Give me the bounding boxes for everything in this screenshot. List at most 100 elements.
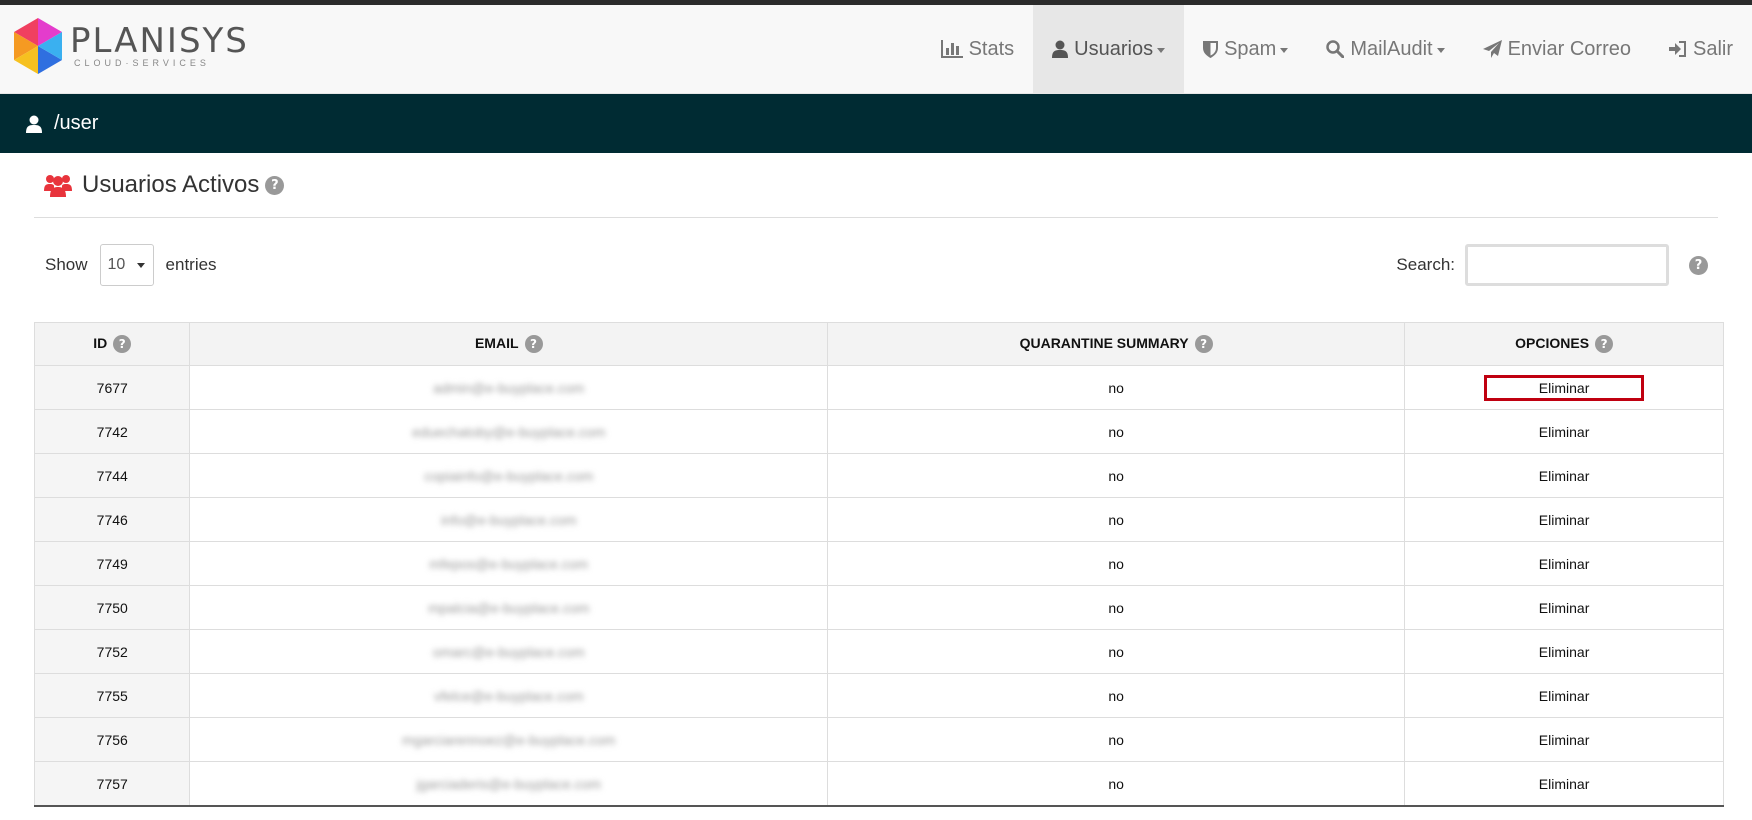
nav-enviar-correo-label: Enviar Correo (1507, 37, 1631, 60)
search-label: Search: (1396, 255, 1455, 274)
table-row: 7746 info@e-buyplace.com no Eliminar (33, 497, 1724, 542)
paper-plane-icon (1482, 40, 1502, 58)
eliminar-link[interactable]: Eliminar (1484, 420, 1644, 444)
show-label: Show (45, 255, 88, 274)
nav-mailaudit[interactable]: MailAudit (1307, 5, 1463, 93)
header-opciones[interactable]: OPCIONES? (1404, 322, 1724, 366)
nav-stats-label: Stats (968, 37, 1015, 60)
cell-quarantine-summary: no (827, 629, 1406, 674)
cell-opciones: Eliminar (1404, 409, 1724, 454)
page-header: Usuarios Activos ? (34, 153, 1718, 218)
brand-name: PLANISYS (70, 21, 249, 61)
help-icon[interactable]: ? (1194, 335, 1213, 354)
cell-email: copiainfo@e-buyplace.com (189, 453, 829, 498)
table-row: 7755 vfelce@e-buyplace.com no Eliminar (33, 673, 1724, 718)
cell-email: admin@e-buyplace.com (189, 365, 829, 410)
hexagon-logo-icon (14, 18, 62, 74)
table-controls: Show 10 entries Search: ? (34, 218, 1718, 322)
help-icon[interactable]: ? (1689, 255, 1708, 275)
email-text: vfelce@e-buyplace.com (433, 687, 584, 704)
cell-quarantine-summary: no (827, 497, 1406, 542)
cell-id: 7750 (33, 585, 191, 630)
cell-opciones: Eliminar (1404, 761, 1724, 807)
table-row: 7757 jgarciaderis@e-buyplace.com no Elimina… (33, 761, 1724, 807)
cell-email: mgarciarennoez@e-buyplace.com (189, 717, 829, 762)
cell-email: mpalcia@e-buyplace.com (189, 585, 829, 630)
email-text: copiainfo@e-buyplace.com (424, 467, 594, 484)
search-input[interactable] (1465, 244, 1669, 286)
users-table: ID? EMAIL? QUARANTINE SUMMARY? OPCIONES?… (33, 322, 1724, 807)
brand-logo[interactable]: PLANISYS CLOUD·SERVICES (12, 17, 249, 75)
cell-quarantine-summary: no (827, 365, 1406, 410)
entries-control: Show 10 entries (45, 244, 217, 286)
chevron-down-icon (1436, 48, 1445, 53)
cell-id: 7742 (33, 409, 191, 454)
current-path: /user (54, 112, 99, 134)
table-row: 7744 copiainfo@e-buyplace.com no Eliminar (33, 453, 1724, 498)
cell-opciones: Eliminar (1404, 717, 1724, 762)
table-header-row: ID? EMAIL? QUARANTINE SUMMARY? OPCIONES? (33, 322, 1724, 366)
cell-email: info@e-buyplace.com (189, 497, 829, 542)
cell-opciones: Eliminar (1404, 673, 1724, 718)
cell-quarantine-summary: no (827, 541, 1406, 586)
header-email[interactable]: EMAIL? (189, 322, 829, 366)
path-bar: /user (0, 94, 1752, 153)
email-text: jgarciaderis@e-buyplace.com (416, 775, 602, 792)
email-text: eduechatoby@e-buyplace.com (412, 423, 606, 440)
search-control: Search: ? (1396, 244, 1708, 286)
cell-email: mfepos@e-buyplace.com (189, 541, 829, 586)
eliminar-link[interactable]: Eliminar (1484, 684, 1644, 708)
chevron-down-icon (1280, 48, 1289, 53)
help-icon[interactable]: ? (113, 335, 132, 354)
nav-usuarios[interactable]: Usuarios (1033, 5, 1185, 93)
entries-select[interactable]: 10 (99, 244, 154, 286)
eliminar-link[interactable]: Eliminar (1484, 640, 1644, 664)
main-nav: Stats Usuarios Spam MailAudit Enviar Cor… (922, 5, 1752, 93)
cell-id: 7744 (33, 453, 191, 498)
help-icon[interactable]: ? (1595, 335, 1614, 354)
eliminar-link[interactable]: Eliminar (1484, 728, 1644, 752)
cell-id: 7677 (33, 365, 191, 410)
eliminar-link[interactable]: Eliminar (1484, 596, 1644, 620)
chevron-down-icon (136, 262, 145, 268)
header-quarantine-summary[interactable]: QUARANTINE SUMMARY? (827, 322, 1406, 366)
table-row: 7756 mgarciarennoez@e-buyplace.com no Elimi… (33, 717, 1724, 762)
chevron-down-icon (1157, 48, 1166, 53)
cell-email: vfelce@e-buyplace.com (189, 673, 829, 718)
email-text: omarc@e-buyplace.com (432, 643, 585, 660)
cell-opciones: Eliminar (1404, 453, 1724, 498)
cell-email: omarc@e-buyplace.com (189, 629, 829, 674)
eliminar-link[interactable]: Eliminar (1484, 374, 1645, 401)
table-row: 7742 eduechatoby@e-buyplace.com no Eliminar (33, 409, 1724, 454)
nav-spam-label: Spam (1224, 37, 1277, 60)
cell-opciones: Eliminar (1404, 629, 1724, 674)
cell-opciones: Eliminar (1404, 497, 1724, 542)
nav-usuarios-label: Usuarios (1074, 37, 1154, 60)
email-text: mgarciarennoez@e-buyplace.com (402, 731, 616, 748)
cell-email: eduechatoby@e-buyplace.com (189, 409, 829, 454)
help-icon[interactable]: ? (524, 335, 543, 354)
nav-stats[interactable]: Stats (922, 5, 1034, 93)
header-id[interactable]: ID? (33, 322, 191, 366)
cell-quarantine-summary: no (827, 673, 1406, 718)
table-body: 7677 admin@e-buyplace.com no Eliminar 7742 ed… (33, 365, 1724, 807)
nav-salir[interactable]: Salir (1650, 5, 1752, 93)
navbar: PLANISYS CLOUD·SERVICES Stats Usuarios S… (0, 5, 1752, 94)
eliminar-link[interactable]: Eliminar (1484, 508, 1644, 532)
user-icon (1052, 40, 1069, 58)
bar-chart-icon (940, 40, 963, 58)
nav-enviar-correo[interactable]: Enviar Correo (1464, 5, 1650, 93)
email-text: admin@e-buyplace.com (433, 379, 585, 396)
eliminar-link[interactable]: Eliminar (1484, 552, 1644, 576)
cell-opciones: Eliminar (1404, 585, 1724, 630)
eliminar-link[interactable]: Eliminar (1484, 772, 1644, 796)
cell-id: 7757 (33, 761, 191, 807)
table-row: 7752 omarc@e-buyplace.com no Eliminar (33, 629, 1724, 674)
shield-icon (1203, 41, 1219, 58)
search-icon (1326, 40, 1345, 58)
cell-opciones: Eliminar (1404, 365, 1724, 410)
email-text: mpalcia@e-buyplace.com (428, 599, 590, 616)
help-icon[interactable]: ? (265, 175, 285, 195)
eliminar-link[interactable]: Eliminar (1484, 464, 1644, 488)
nav-spam[interactable]: Spam (1184, 5, 1307, 93)
